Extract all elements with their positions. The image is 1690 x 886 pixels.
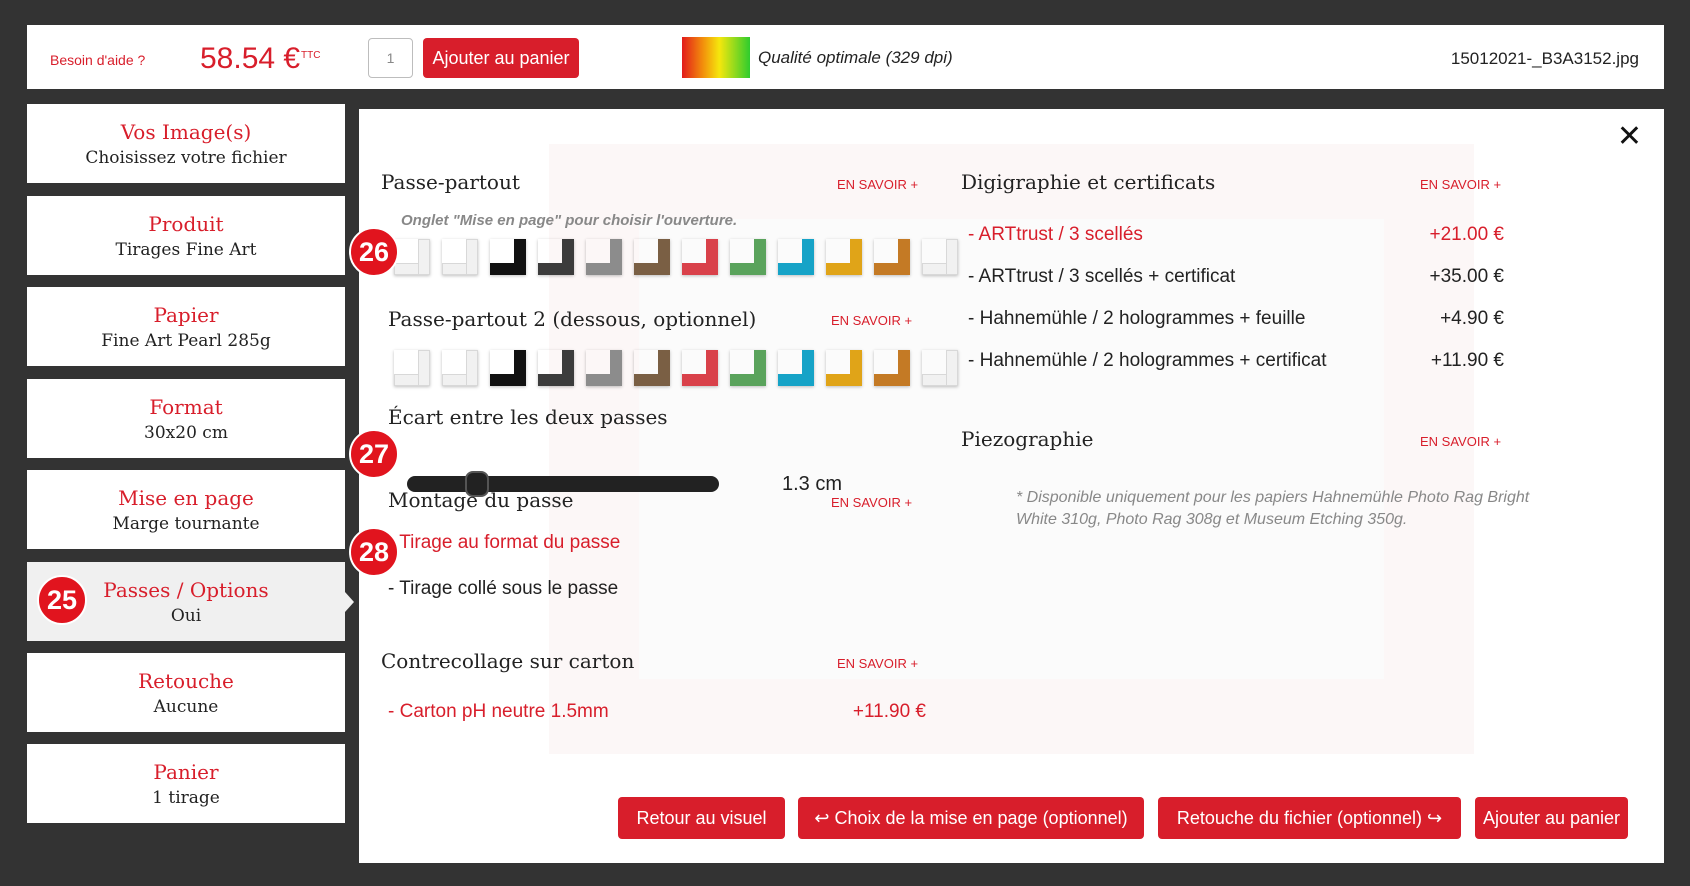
top-bar: Besoin d'aide ? 58.54 € TTC 1 Ajouter au… [27,25,1664,89]
sidebar-item-retouch[interactable]: Retouche Aucune [27,653,345,732]
color-swatch[interactable] [634,239,670,275]
sidebar-item-paper[interactable]: Papier Fine Art Pearl 285g [27,287,345,366]
color-swatch[interactable] [730,350,766,386]
sidebar-item-title: Papier [153,303,219,327]
piezo-more-link[interactable]: EN SAVOIR + [1420,434,1501,449]
digi-option-price: +35.00 € [1429,266,1505,287]
color-swatch[interactable] [586,239,622,275]
passe-title: Passe-partout [381,170,520,194]
close-icon[interactable]: ✕ [1617,119,1642,154]
digi-option-price: +21.00 € [1429,224,1505,245]
color-swatch[interactable] [586,350,622,386]
options-panel: ✕ Passe-partout EN SAVOIR + Onglet "Mise… [359,109,1664,863]
color-swatch[interactable] [874,239,910,275]
sidebar-item-value: Choisissez votre fichier [85,148,287,168]
color-swatch[interactable] [922,350,958,386]
color-swatch[interactable] [490,239,526,275]
quantity-input[interactable]: 1 [368,38,413,78]
passe2-swatch-row [394,350,958,386]
passe2-title: Passe-partout 2 (dessous, optionnel) [388,307,757,331]
passe2-more-link[interactable]: EN SAVOIR + [831,313,912,328]
sidebar-item-title: Vos Image(s) [120,120,252,144]
sidebar-item-title: Retouche [138,669,234,693]
piezo-title: Piezographie [961,427,1094,451]
color-swatch[interactable] [826,239,862,275]
contre-more-link[interactable]: EN SAVOIR + [837,656,918,671]
passe-swatch-row [394,239,958,275]
retouch-file-button[interactable]: Retouche du fichier (optionnel) ↪ [1158,797,1461,839]
active-arrow-icon [345,592,354,612]
quality-status: Qualité optimale (329 dpi) [758,48,953,67]
sidebar-item-value: Marge tournante [112,514,260,534]
digi-more-link[interactable]: EN SAVOIR + [1420,177,1501,192]
add-to-cart-button[interactable]: Ajouter au panier [423,38,579,78]
color-swatch[interactable] [442,350,478,386]
color-swatch[interactable] [682,239,718,275]
passe-note: Onglet "Mise en page" pour choisir l'ouv… [401,212,738,229]
color-swatch[interactable] [730,239,766,275]
mount-option-format[interactable]: - Tirage au format du passe [388,532,620,554]
sidebar-item-title: Mise en page [118,486,254,510]
digi-title: Digigraphie et certificats [961,170,1216,194]
color-swatch[interactable] [538,350,574,386]
mount-more-link[interactable]: EN SAVOIR + [831,495,912,510]
color-swatch[interactable] [634,350,670,386]
color-swatch[interactable] [922,239,958,275]
color-swatch[interactable] [778,350,814,386]
digi-option[interactable]: - ARTtrust / 3 scellés + certificat [968,266,1235,288]
contre-option[interactable]: - Carton pH neutre 1.5mm [388,701,609,723]
file-name: 15012021-_B3A3152.jpg [1450,49,1639,68]
help-link[interactable]: Besoin d'aide ? [50,52,145,68]
color-swatch[interactable] [394,350,430,386]
digi-option[interactable]: - Hahnemühle / 2 hologrammes + feuille [968,308,1305,330]
color-swatch[interactable] [874,350,910,386]
digi-option[interactable]: - ARTtrust / 3 scellés [968,224,1143,246]
mount-option-glued[interactable]: - Tirage collé sous le passe [388,578,618,600]
color-swatch[interactable] [778,239,814,275]
color-swatch[interactable] [538,239,574,275]
color-swatch[interactable] [682,350,718,386]
color-swatch[interactable] [826,350,862,386]
contre-title: Contrecollage sur carton [381,649,635,673]
step-badge-25: 25 [37,575,87,625]
sidebar-item-format[interactable]: Format 30x20 cm [27,379,345,458]
sidebar-item-value: 30x20 cm [144,423,228,443]
quality-gradient-icon [682,37,750,78]
gap-title: Écart entre les deux passes [388,405,668,429]
sidebar-item-layout[interactable]: Mise en page Marge tournante [27,470,345,549]
color-swatch[interactable] [394,239,430,275]
sidebar-item-product[interactable]: Produit Tirages Fine Art [27,196,345,275]
total-price: 58.54 € [200,42,301,75]
ttc-label: TTC [301,50,321,61]
step-badge-26: 26 [349,227,399,277]
sidebar-item-value: Aucune [153,697,219,717]
sidebar-item-title: Format [149,395,223,419]
sidebar-item-value: Fine Art Pearl 285g [101,331,271,351]
contre-option-price: +11.90 € [852,701,926,722]
mount-title: Montage du passe [388,488,574,512]
digi-option-price: +11.90 € [1430,350,1504,371]
sidebar-item-cart[interactable]: Panier 1 tirage [27,744,345,823]
bottom-add-to-cart-button[interactable]: Ajouter au panier [1475,797,1628,839]
step-badge-28: 28 [349,527,399,577]
sidebar-item-images[interactable]: Vos Image(s) Choisissez votre fichier [27,104,345,183]
gap-value: 1.3 cm [782,473,843,495]
sidebar-item-title: Panier [153,760,219,784]
digi-option-price: +4.90 € [1440,308,1504,329]
digi-option[interactable]: - Hahnemühle / 2 hologrammes + certifica… [968,350,1327,372]
sidebar-item-value: 1 tirage [152,788,220,808]
sidebar-item-title: Produit [148,212,224,236]
passe-more-link[interactable]: EN SAVOIR + [837,177,918,192]
back-to-visual-button[interactable]: Retour au visuel [618,797,785,839]
sidebar-item-value: Tirages Fine Art [115,240,257,260]
piezo-note: * Disponible uniquement pour les papiers… [1016,489,1530,528]
color-swatch[interactable] [442,239,478,275]
step-badge-27: 27 [349,429,399,479]
layout-choice-button[interactable]: ↩ Choix de la mise en page (optionnel) [798,797,1144,839]
color-swatch[interactable] [490,350,526,386]
